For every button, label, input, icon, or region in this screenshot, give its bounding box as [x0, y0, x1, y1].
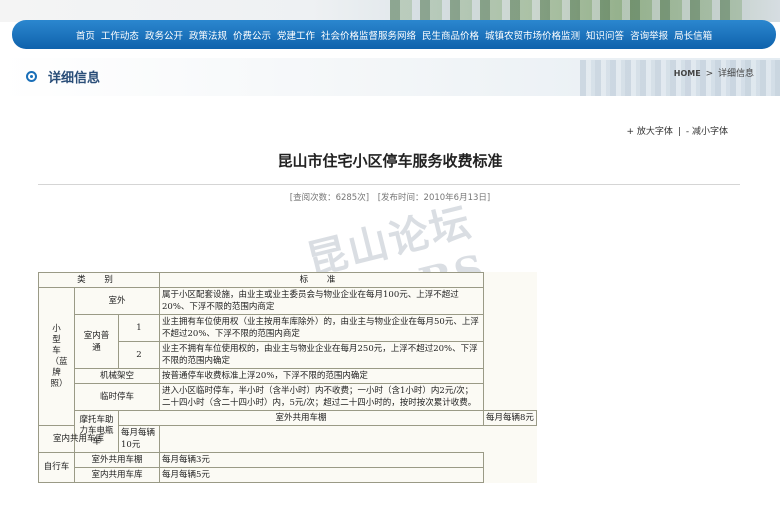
title-divider — [38, 184, 740, 185]
header-category: 类 别 — [38, 272, 160, 288]
parking-fee-table: 类 别 标 准 小型车（蓝牌照） 室外 属于小区配套设施，由业主或业主委员会与物… — [38, 272, 537, 483]
indoor-1-number: 1 — [118, 314, 160, 342]
bicycle-label: 自行车 — [38, 452, 75, 483]
table-row: 室内共用车库 每月每辆5元 — [39, 467, 537, 483]
shrink-font-button[interactable]: - 减小字体 — [686, 127, 728, 137]
section-title: 详细信息 — [48, 71, 101, 86]
mechanical-standard: 按普通停车收费标准上浮20%，下浮不限的范围内确定 — [159, 368, 484, 384]
outdoor-standard: 属于小区配套设施，由业主或业主委员会与物业企业在每月100元、上浮不超过20%、… — [159, 287, 484, 315]
indoor-1-standard: 业主拥有车位使用权（业主按用车库除外）的，由业主与物业企业在每月50元、上浮不超… — [159, 314, 484, 342]
table-row: 自行车 室外共用车棚 每月每辆3元 — [38, 452, 537, 483]
temporary-label: 临时停车 — [74, 383, 160, 411]
nav-commodity-prices[interactable]: 民生商品价格 — [419, 28, 482, 42]
view-count: [查阅次数：6285次] — [289, 193, 370, 203]
moto-outdoor-standard: 每月每辆8元 — [483, 410, 537, 426]
bike-outdoor-standard: 每月每辆3元 — [159, 452, 484, 468]
banner-trees-image — [390, 0, 750, 22]
outdoor-label: 室外 — [74, 287, 160, 315]
table-row: 小型车（蓝牌照） 室外 属于小区配套设施，由业主或业主委员会与物业企业在每月10… — [38, 287, 537, 426]
indoor-label: 室内普通 — [74, 314, 119, 369]
nav-party-building[interactable]: 党建工作 — [274, 28, 318, 42]
breadcrumb: HOME > 详细信息 — [674, 66, 754, 79]
mechanical-label: 机械架空 — [74, 368, 160, 384]
nav-home[interactable]: 首页 — [73, 28, 98, 42]
table-header-row: 类 别 标 准 — [38, 272, 537, 288]
article-title: 昆山市住宅小区停车服务收费标准 — [277, 152, 503, 170]
article-meta: [查阅次数：6285次] [发布时间：2010年6月13日] — [0, 191, 780, 203]
indoor-label-text: 室内普通 — [83, 330, 110, 353]
bike-indoor-label: 室内共用车库 — [74, 467, 160, 483]
nav-market-price-monitoring[interactable]: 城镇农贸市场价格监测 — [482, 28, 583, 42]
moto-indoor-standard: 每月每辆10元 — [118, 425, 160, 453]
indoor-2-number: 2 — [118, 341, 160, 369]
nav-price-publicity[interactable]: 价费公示 — [230, 28, 274, 42]
enlarge-font-button[interactable]: + 放大字体 — [626, 127, 672, 137]
header-standard: 标 准 — [159, 272, 484, 288]
bike-indoor-standard: 每月每辆5元 — [159, 467, 484, 483]
indoor-2-standard: 业主不拥有车位使用权的，由业主与物业企业在每月250元，上浮不超过20%、下浮不… — [159, 341, 484, 369]
bullet-circle-icon — [26, 71, 37, 82]
small-car-label: 小型车（蓝牌照） — [38, 287, 75, 426]
breadcrumb-home[interactable]: HOME — [674, 69, 701, 78]
breadcrumb-separator: > — [705, 69, 714, 79]
bike-outdoor-label: 室外共用车棚 — [74, 452, 160, 468]
nav-price-supervision-network[interactable]: 社会价格监督服务网络 — [318, 28, 419, 42]
table-row: 机械架空 按普通停车收费标准上浮20%，下浮不限的范围内确定 — [39, 368, 537, 384]
section-header — [0, 58, 780, 96]
nav-director-mailbox[interactable]: 局长信箱 — [671, 28, 715, 42]
table-row: 摩托车助力车电瓶车 室外共用车棚 每月每辆8元 — [39, 410, 537, 453]
nav-policies[interactable]: 政策法规 — [186, 28, 230, 42]
nav-report[interactable]: 咨询举报 — [627, 28, 671, 42]
small-car-label-text: 小型车（蓝牌照） — [50, 323, 68, 389]
temporary-standard: 进入小区临时停车，半小时（含半小时）内不收费；一小时（含1小时）内2元/次；二十… — [159, 383, 484, 411]
nav-work-news[interactable]: 工作动态 — [98, 28, 142, 42]
moto-outdoor-label: 室外共用车棚 — [118, 410, 484, 426]
table-row: 室内普通 1 业主拥有车位使用权（业主按用车库除外）的，由业主与物业企业在每月5… — [39, 314, 537, 369]
top-banner-photo — [0, 0, 780, 22]
breadcrumb-current: 详细信息 — [717, 69, 754, 79]
table-row: 临时停车 进入小区临时停车，半小时（含半小时）内不收费；一小时（含1小时）内2元… — [39, 383, 537, 411]
nav-gov-affairs[interactable]: 政务公开 — [142, 28, 186, 42]
font-ctrl-divider: | — [677, 127, 681, 137]
nav-qa[interactable]: 知识问答 — [583, 28, 627, 42]
main-nav: 首页 工作动态 政务公开 政策法规 价费公示 党建工作 社会价格监督服务网络 民… — [12, 20, 776, 49]
font-size-controls: + 放大字体 | - 减小字体 — [626, 124, 728, 137]
